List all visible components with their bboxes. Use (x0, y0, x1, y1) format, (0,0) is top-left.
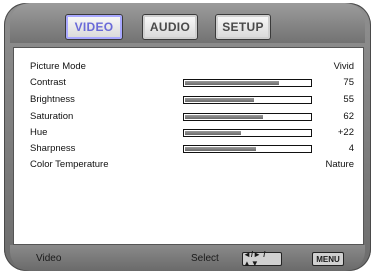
tab-bar: VIDEO AUDIO SETUP (10, 3, 365, 43)
sharpness-slider[interactable] (183, 145, 312, 153)
brightness-slider[interactable] (183, 96, 312, 104)
contrast-slider[interactable] (183, 79, 312, 87)
help-section-label: Video (36, 253, 62, 264)
setting-label: Color Temperature (30, 159, 109, 170)
setting-label: Hue (30, 127, 48, 138)
slider-fill (185, 81, 279, 85)
setting-row-hue[interactable]: Hue +22 (30, 127, 358, 139)
setting-value: 75 (343, 77, 354, 88)
help-select-label: Select (191, 253, 219, 264)
setting-label: Picture Mode (30, 61, 86, 72)
setting-value: Nature (325, 159, 354, 170)
nav-keys-icon: ◄/► / ▲▼ (242, 250, 282, 268)
menu-key-icon[interactable]: MENU (312, 252, 344, 266)
setting-value: 62 (343, 111, 354, 122)
setting-row-brightness[interactable]: Brightness 55 (30, 94, 358, 106)
setting-row-contrast[interactable]: Contrast 75 (30, 77, 358, 89)
help-bar: Video Select ◄/► / ▲▼ MENU (10, 245, 365, 271)
setting-row-color-temperature[interactable]: Color Temperature Nature (30, 159, 358, 171)
setting-label: Contrast (30, 77, 66, 88)
slider-fill (185, 98, 254, 102)
slider-fill (185, 131, 242, 135)
slider-fill (185, 115, 263, 119)
slider-fill (185, 147, 257, 151)
tab-audio-label: AUDIO (149, 20, 191, 34)
setting-label: Saturation (30, 111, 74, 122)
hue-slider[interactable] (183, 129, 312, 137)
setting-label: Brightness (30, 94, 75, 105)
tab-setup[interactable]: SETUP (215, 14, 271, 40)
tab-audio[interactable]: AUDIO (142, 14, 198, 40)
setting-value: 4 (348, 143, 354, 154)
setting-value: +22 (337, 127, 354, 138)
video-settings-panel: Picture Mode Vivid Contrast 75 Brightnes… (13, 47, 364, 245)
saturation-slider[interactable] (183, 113, 312, 121)
tab-video[interactable]: VIDEO (65, 14, 123, 40)
setting-row-saturation[interactable]: Saturation 62 (30, 111, 358, 123)
setting-value: Vivid (333, 61, 354, 72)
setting-row-sharpness[interactable]: Sharpness 4 (30, 143, 358, 155)
setting-value: 55 (343, 94, 354, 105)
setting-label: Sharpness (30, 143, 76, 154)
setting-row-picture-mode[interactable]: Picture Mode Vivid (30, 61, 358, 73)
tab-setup-label: SETUP (222, 20, 264, 34)
tab-video-label: VIDEO (74, 20, 114, 34)
